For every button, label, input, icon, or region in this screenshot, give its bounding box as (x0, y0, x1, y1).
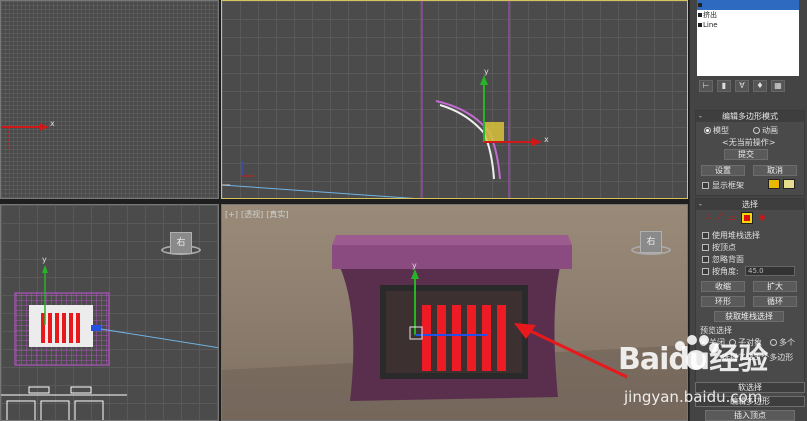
watermark-url: jingyan.baidu.com (624, 388, 763, 406)
list-item[interactable] (697, 0, 799, 10)
persp-axis-y: y (412, 261, 417, 270)
animate-radio[interactable]: 动画 (753, 125, 778, 136)
viewport-left-content (1, 265, 218, 420)
show-end-result-icon[interactable]: ▮ (717, 80, 731, 92)
list-item[interactable]: Line (697, 20, 799, 30)
edit-poly-mode-header[interactable]: - 编辑多边形模式 (696, 111, 804, 122)
make-unique-icon[interactable]: ∀ (735, 80, 749, 92)
configure-icon[interactable]: ▦ (771, 80, 785, 92)
cage-color-2[interactable] (783, 179, 795, 189)
cancel-button[interactable]: 取消 (753, 165, 797, 176)
by-angle-checkbox[interactable]: 按角度: (702, 266, 739, 277)
element-icon[interactable]: ◈ (758, 212, 766, 224)
use-stack-selection-checkbox[interactable]: 使用堆栈选择 (702, 230, 760, 241)
viewport-front-content (222, 1, 542, 198)
ring-button[interactable]: 环形 (701, 296, 745, 307)
angle-spinner[interactable]: 45.0 (745, 266, 795, 276)
cage-color-1[interactable] (768, 179, 780, 189)
subobject-icons: ∴ ⟋ ⌓ ◈ (705, 212, 766, 224)
model-radio[interactable]: 模型 (704, 125, 729, 136)
show-cage-checkbox[interactable]: 显示框架 (702, 180, 744, 191)
no-operation-text: <无当前操作> (722, 138, 776, 147)
front-axis-x: x (544, 135, 549, 144)
pin-stack-icon[interactable]: ⊢ (699, 80, 713, 92)
shrink-button[interactable]: 收缩 (701, 281, 745, 292)
loop-button[interactable]: 循环 (753, 296, 797, 307)
settings-button[interactable]: 设置 (701, 165, 745, 176)
baidu-watermark: Baidu经验 jingyan.baidu.com (612, 330, 797, 418)
border-icon[interactable]: ⌓ (728, 212, 736, 224)
edge-icon[interactable]: ⟋ (716, 212, 723, 224)
selection-header[interactable]: - 选择 (696, 199, 804, 210)
viewport-front[interactable]: y x (221, 0, 688, 199)
viewport-top[interactable]: x (0, 0, 219, 199)
grow-button[interactable]: 扩大 (753, 281, 797, 292)
polygon-icon[interactable] (741, 212, 754, 224)
axis-x-label: x (50, 119, 55, 128)
vertex-icon[interactable]: ∴ (705, 212, 711, 224)
left-axis-y: y (42, 255, 47, 264)
viewport-left[interactable]: 右 y (0, 204, 219, 421)
list-item[interactable]: 挤出 (697, 10, 799, 20)
by-vertex-checkbox[interactable]: 按顶点 (702, 242, 736, 253)
modifier-stack-list[interactable]: 挤出 Line (697, 0, 799, 76)
modifier-stack-toolbar: ⊢ ▮ ∀ ♦ ▦ (699, 80, 785, 92)
front-axis-y: y (484, 67, 489, 76)
remove-modifier-icon[interactable]: ♦ (753, 80, 767, 92)
ignore-backfacing-checkbox[interactable]: 忽略背面 (702, 254, 744, 265)
get-stack-selection-button[interactable]: 获取堆栈选择 (714, 311, 784, 322)
commit-button[interactable]: 提交 (724, 149, 768, 160)
watermark-main: Baidu经验 (618, 342, 768, 377)
viewport-top-gizmo (1, 123, 49, 149)
